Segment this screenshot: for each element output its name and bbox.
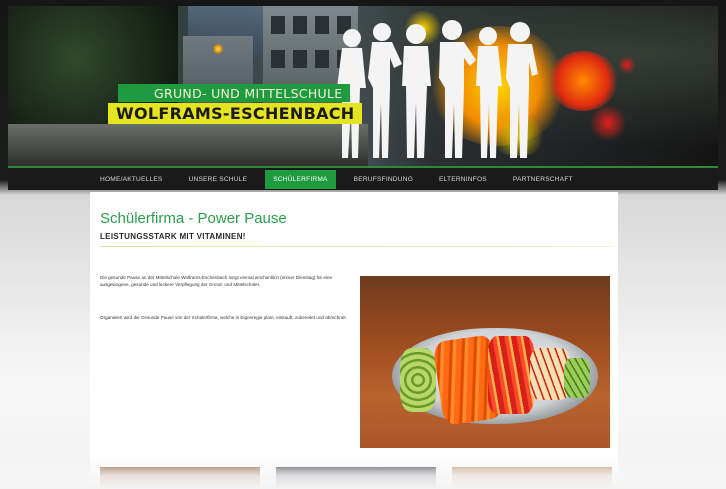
bottom-fade [0,455,726,489]
organisation-paragraph: Organisiert wird die Gesunde Pause von d… [100,315,347,320]
school-name-line2: WOLFRAMS-ESCHENBACH [108,103,363,124]
header-banner: GRUND- UND MITTELSCHULE WOLFRAMS-ESCHENB… [8,6,718,166]
school-name-logo[interactable]: GRUND- UND MITTELSCHULE WOLFRAMS-ESCHENB… [108,84,363,124]
street-lamp [213,44,223,54]
main-content: Schülerfirma - Power Pause LEISTUNGSSTAR… [90,192,618,489]
nav-item-elterninfos[interactable]: Elterninfos [431,170,495,189]
pepper-strips [488,336,534,414]
title-divider [100,246,612,247]
school-name-line1: GRUND- UND MITTELSCHULE [118,84,351,102]
ground [8,124,368,166]
page-title: Schülerfirma - Power Pause [100,210,287,227]
main-navigation: Home/Aktuelles Unsere Schule Schülerfirm… [8,166,718,190]
nav-item-home-aktuelles[interactable]: Home/Aktuelles [92,170,171,189]
website-page: GRUND- UND MITTELSCHULE WOLFRAMS-ESCHENB… [8,6,718,489]
nav-item-schuelerfirma[interactable]: Schülerfirma [265,169,336,189]
intro-paragraph: Die gesunde Pause an der Mittelschule Wo… [100,275,333,287]
cucumber-sticks [564,358,590,398]
cucumber-slices [400,348,436,412]
page-subtitle: LEISTUNGSSTARK MIT VITAMINEN! [100,232,246,241]
paint-splash [588,106,628,140]
paint-splash [618,56,636,74]
nav-item-unsere-schule[interactable]: Unsere Schule [181,170,256,189]
nav-item-partnerschaft[interactable]: Partnerschaft [505,170,581,189]
nav-item-berufsfindung[interactable]: Berufsfindung [346,170,421,189]
paint-splash [548,51,618,111]
vegetable-platter-photo[interactable] [360,276,610,448]
